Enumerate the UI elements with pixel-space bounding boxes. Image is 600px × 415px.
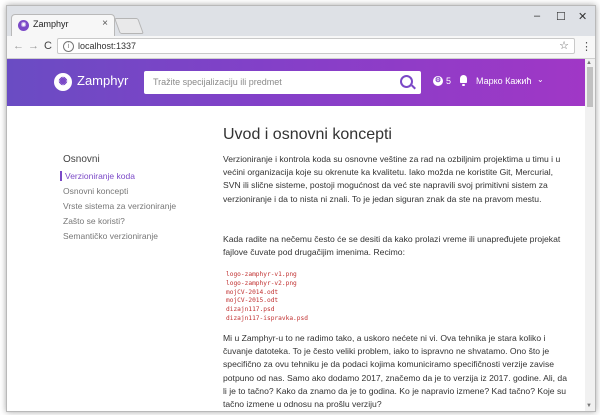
sidebar-item-semanticko-verzioniranje[interactable]: Semantičko verzioniranje <box>63 231 158 241</box>
site-header: ✺ Zamphyr Tražite specijalizaciju ili pr… <box>7 59 585 106</box>
article-paragraph-3: Mi u Zamphyr-u to ne radimo tako, a usko… <box>223 333 567 410</box>
scroll-down-icon[interactable]: ▼ <box>586 403 592 409</box>
info-icon[interactable]: i <box>63 41 74 52</box>
sidebar-item-vrste-sistema[interactable]: Vrste sistema za verzioniranje <box>63 201 176 211</box>
zamphyr-logo-icon[interactable]: ✺ <box>54 73 72 91</box>
reload-button[interactable]: C <box>44 40 52 52</box>
sidebar-item-zasto-se-koristi[interactable]: Zašto se koristi? <box>63 216 125 226</box>
title-bar: ✺ Zamphyr × – ☐ ✕ <box>7 6 595 36</box>
address-bar[interactable]: i localhost:1337 ☆ <box>57 38 575 54</box>
minimize-button[interactable]: – <box>534 10 540 22</box>
search-box[interactable]: Tražite specijalizaciju ili predmet <box>144 71 421 94</box>
article-paragraph-2: Kada radite na nečemu često će se desiti… <box>223 234 561 258</box>
code-line: dizajn117-ispravka.psd <box>226 314 308 322</box>
bookmark-star-icon[interactable]: ☆ <box>559 39 569 52</box>
scroll-up-icon[interactable]: ▲ <box>586 60 592 66</box>
browser-tab[interactable]: ✺ Zamphyr × <box>11 14 115 36</box>
code-line: mojCV-2015.odt <box>226 297 279 305</box>
code-line: mojCV-2014.odt <box>226 288 279 296</box>
code-block: logo-zamphyr-v1.png logo-zamphyr-v2.png … <box>226 271 308 324</box>
article-paragraph-1: Verzioniranje i kontrola koda su osnovne… <box>223 154 561 204</box>
page-scrollbar[interactable]: ▲ ▼ <box>585 59 595 411</box>
tab-title: Zamphyr <box>33 19 69 29</box>
back-button[interactable]: ← <box>13 40 24 52</box>
new-tab-button[interactable] <box>114 18 144 34</box>
close-window-button[interactable]: ✕ <box>578 10 587 23</box>
logo-text[interactable]: Zamphyr <box>77 73 128 88</box>
sidebar-title: Osnovni <box>63 154 100 165</box>
scrollbar-thumb[interactable] <box>587 67 593 107</box>
search-input[interactable]: Tražite specijalizaciju ili predmet <box>153 77 282 87</box>
sidebar-item-osnovni-koncepti[interactable]: Osnovni koncepti <box>63 186 128 196</box>
code-line: logo-zamphyr-v2.png <box>226 279 297 287</box>
code-line: logo-zamphyr-v1.png <box>226 271 297 278</box>
bell-icon[interactable] <box>460 75 467 86</box>
url-text[interactable]: localhost:1337 <box>78 41 136 51</box>
user-name[interactable]: Марко Кажић <box>476 76 531 86</box>
browser-window: ✺ Zamphyr × – ☐ ✕ ← → C i localhost:1337… <box>6 5 596 412</box>
points-count[interactable]: 5 <box>446 76 451 86</box>
tab-close-icon[interactable]: × <box>102 18 108 29</box>
code-line: dizajn117.psd <box>226 306 275 314</box>
points-icon[interactable]: ⚙ <box>433 76 443 86</box>
address-toolbar: ← → C i localhost:1337 ☆ ⋮ <box>7 36 595 59</box>
chevron-down-icon[interactable]: ⌄ <box>537 75 544 84</box>
page-viewport: ✺ Zamphyr Tražite specijalizaciju ili pr… <box>7 59 595 411</box>
article-title: Uvod i osnovni koncepti <box>223 126 392 143</box>
forward-button[interactable]: → <box>28 40 39 52</box>
maximize-button[interactable]: ☐ <box>556 10 566 23</box>
sidebar-item-verzioniranje-koda[interactable]: Verzioniranje koda <box>60 171 135 181</box>
zamphyr-favicon-icon: ✺ <box>18 20 29 31</box>
search-icon[interactable] <box>400 75 413 88</box>
browser-menu-icon[interactable]: ⋮ <box>581 40 592 53</box>
